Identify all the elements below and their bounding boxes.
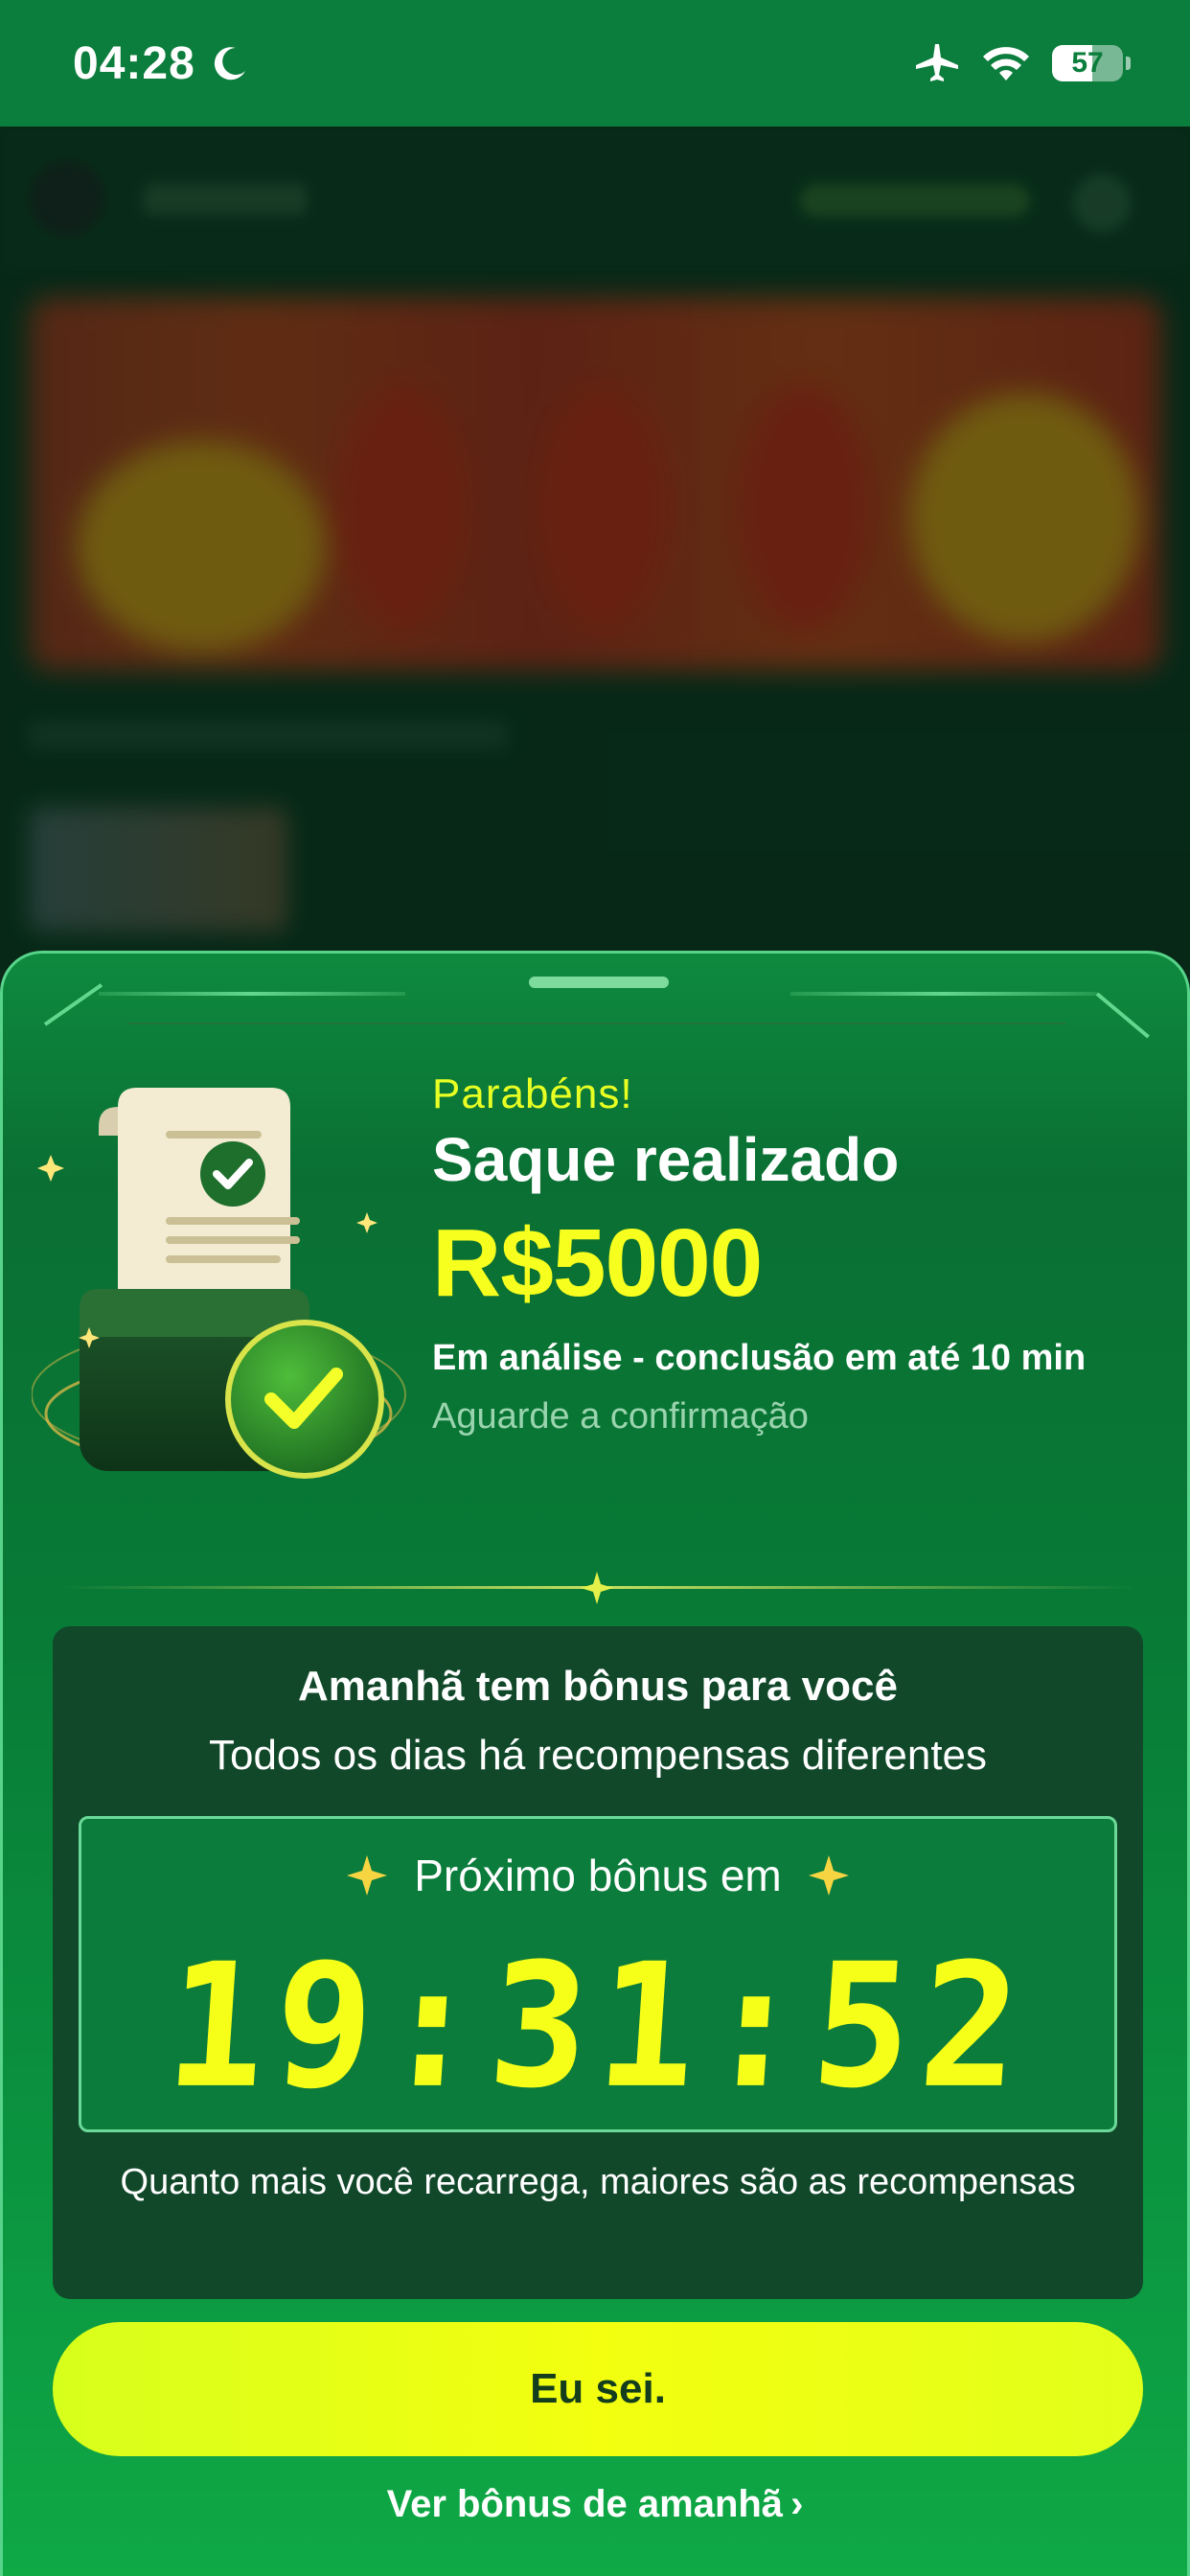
see-tomorrow-bonus-label: Ver bônus de amanhã (386, 2483, 784, 2525)
sheet-title: Saque realizado (432, 1125, 900, 1194)
bonus-subtitle: Todos os dias há recompensas diferentes (208, 1732, 988, 1779)
drag-handle[interactable] (529, 977, 669, 988)
wait-confirmation: Aguarde a confirmação (432, 1396, 809, 1437)
bonus-note: Quanto mais você recarrega, maiores são … (120, 2162, 1076, 2202)
success-text-block: Parabéns! Saque realizado R$5000 Em anál… (432, 1070, 1086, 1438)
status-time: 04:28 (73, 37, 195, 89)
countdown-timer: 19:31:52 (160, 1927, 1036, 2127)
countdown-box: Próximo bônus em 19:31:52 (79, 1816, 1117, 2132)
sparkle-icon (347, 1855, 388, 1896)
battery-icon: 57 (1052, 45, 1131, 81)
bonus-card: Amanhã tem bônus para você Todos os dias… (53, 1626, 1143, 2299)
screen: 04:28 57 Parabéns! Saque realizado R$500… (0, 0, 1190, 2576)
congrats-label: Parabéns! (432, 1070, 633, 1117)
chevron-right-icon: › (790, 2483, 804, 2525)
withdraw-success-sheet: Parabéns! Saque realizado R$5000 Em anál… (0, 951, 1190, 2576)
sparkle-icon (581, 1572, 613, 1604)
got-it-button[interactable]: Eu sei. (53, 2322, 1143, 2456)
airplane-icon (916, 44, 958, 81)
status-right: 57 (914, 42, 1131, 84)
see-tomorrow-bonus-link[interactable]: Ver bônus de amanhã › (3, 2483, 1187, 2526)
wallet-receipt-check-icon (32, 1088, 406, 1479)
battery-level: 57 (1052, 45, 1123, 81)
status-left: 04:28 (73, 37, 251, 90)
bonus-title: Amanhã tem bônus para você (298, 1663, 898, 1710)
status-bar: 04:28 57 (0, 0, 1190, 126)
moon-icon (214, 47, 245, 80)
review-status: Em análise - conclusão em até 10 min (432, 1338, 1087, 1378)
timer-label: Próximo bônus em (414, 1851, 782, 1900)
withdraw-amount: R$5000 (432, 1209, 763, 1317)
sparkle-icon (808, 1855, 849, 1896)
background-app (0, 126, 1190, 970)
wifi-icon (983, 47, 1029, 80)
timer-label-row: Próximo bônus em (81, 1850, 1114, 1901)
